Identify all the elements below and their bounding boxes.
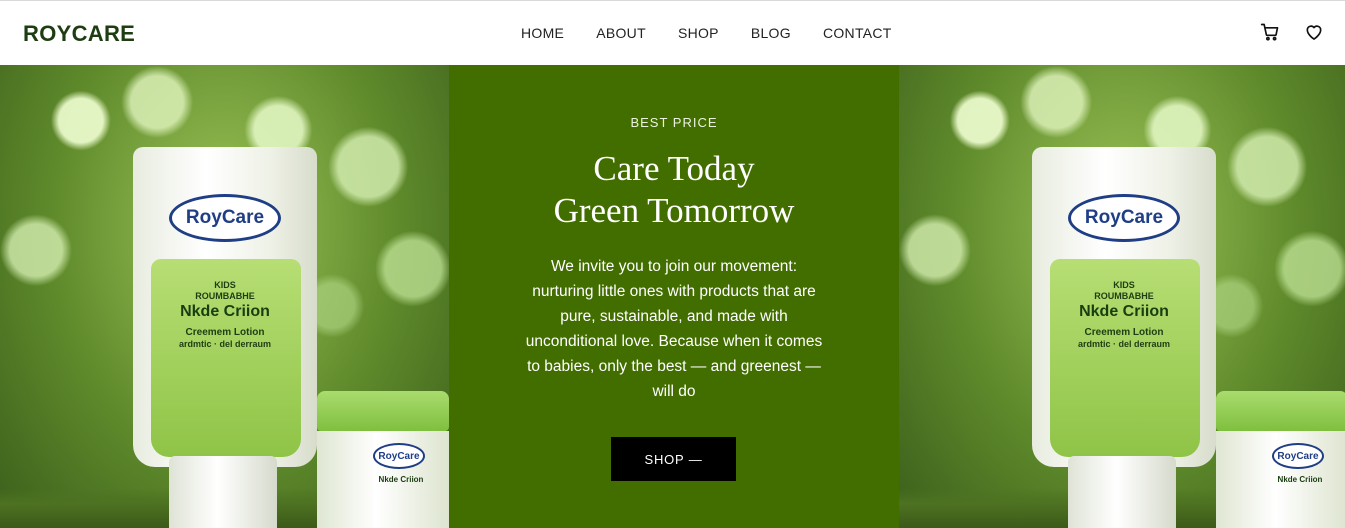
jar-lid	[1216, 391, 1345, 431]
hero-section: RoyCare KIDS ROUMBABHE Nkde Criion Creem…	[0, 65, 1345, 528]
hero-panel: BEST PRICE Care Today Green Tomorrow We …	[449, 65, 899, 528]
jar-brand-logo: RoyCare	[373, 443, 425, 469]
header-actions	[1259, 21, 1325, 43]
jar-brand-logo: RoyCare	[1272, 443, 1324, 469]
nav-contact[interactable]: CONTACT	[823, 25, 892, 41]
tube-line-2: ROUMBABHE	[195, 291, 255, 301]
hero-image-left: RoyCare KIDS ROUMBABHE Nkde Criion Creem…	[0, 65, 449, 528]
jar-product-name: Nkde Criion	[1277, 475, 1323, 484]
jar-lid	[317, 391, 449, 431]
hero-headline-line-2: Green Tomorrow	[553, 191, 795, 230]
cream-jar: RoyCare Nkde Criion	[317, 391, 449, 528]
tube-brand-logo: RoyCare	[1068, 194, 1180, 242]
tube-cap	[169, 456, 277, 528]
tube-product-name: Nkde Criion	[180, 303, 270, 320]
hero-image-right: RoyCare KIDS ROUMBABHE Nkde Criion Creem…	[899, 65, 1345, 528]
tube-line-1: KIDS	[214, 280, 236, 290]
lotion-tube: RoyCare KIDS ROUMBABHE Nkde Criion Creem…	[133, 147, 317, 528]
main-nav: HOME ABOUT SHOP BLOG CONTACT	[505, 1, 908, 65]
nav-home[interactable]: HOME	[521, 25, 564, 41]
tube-line-2: ROUMBABHE	[1094, 291, 1154, 301]
nav-about[interactable]: ABOUT	[596, 25, 646, 41]
tube-product-name: Nkde Criion	[1079, 303, 1169, 320]
jar-product-name: Nkde Criion	[378, 475, 424, 484]
site-header: ROYCARE HOME ABOUT SHOP BLOG CONTACT	[0, 1, 1345, 65]
tube-brand-logo: RoyCare	[169, 194, 281, 242]
hero-body-text: We invite you to join our movement: nurt…	[525, 258, 823, 400]
heart-icon[interactable]	[1303, 21, 1325, 43]
hero-eyebrow: BEST PRICE	[630, 115, 718, 130]
brand-logo[interactable]: ROYCARE	[23, 21, 135, 47]
hero-headline-line-1: Care Today	[593, 149, 755, 188]
cream-jar: RoyCare Nkde Criion	[1216, 391, 1345, 528]
tube-description-2: ardmtic · del derraum	[178, 339, 272, 349]
tube-description-1: Creemem Lotion	[1084, 327, 1164, 338]
nav-shop[interactable]: SHOP	[678, 25, 719, 41]
tube-description-1: Creemem Lotion	[185, 327, 265, 338]
tube-description-2: ardmtic · del derraum	[1077, 339, 1171, 349]
tube-cap	[1068, 456, 1176, 528]
tube-line-1: KIDS	[1113, 280, 1135, 290]
nav-blog[interactable]: BLOG	[751, 25, 791, 41]
shop-button[interactable]: SHOP —	[611, 437, 736, 481]
cart-icon[interactable]	[1259, 21, 1281, 43]
hero-headline: Care Today Green Tomorrow	[449, 148, 899, 232]
lotion-tube: RoyCare KIDS ROUMBABHE Nkde Criion Creem…	[1032, 147, 1216, 528]
